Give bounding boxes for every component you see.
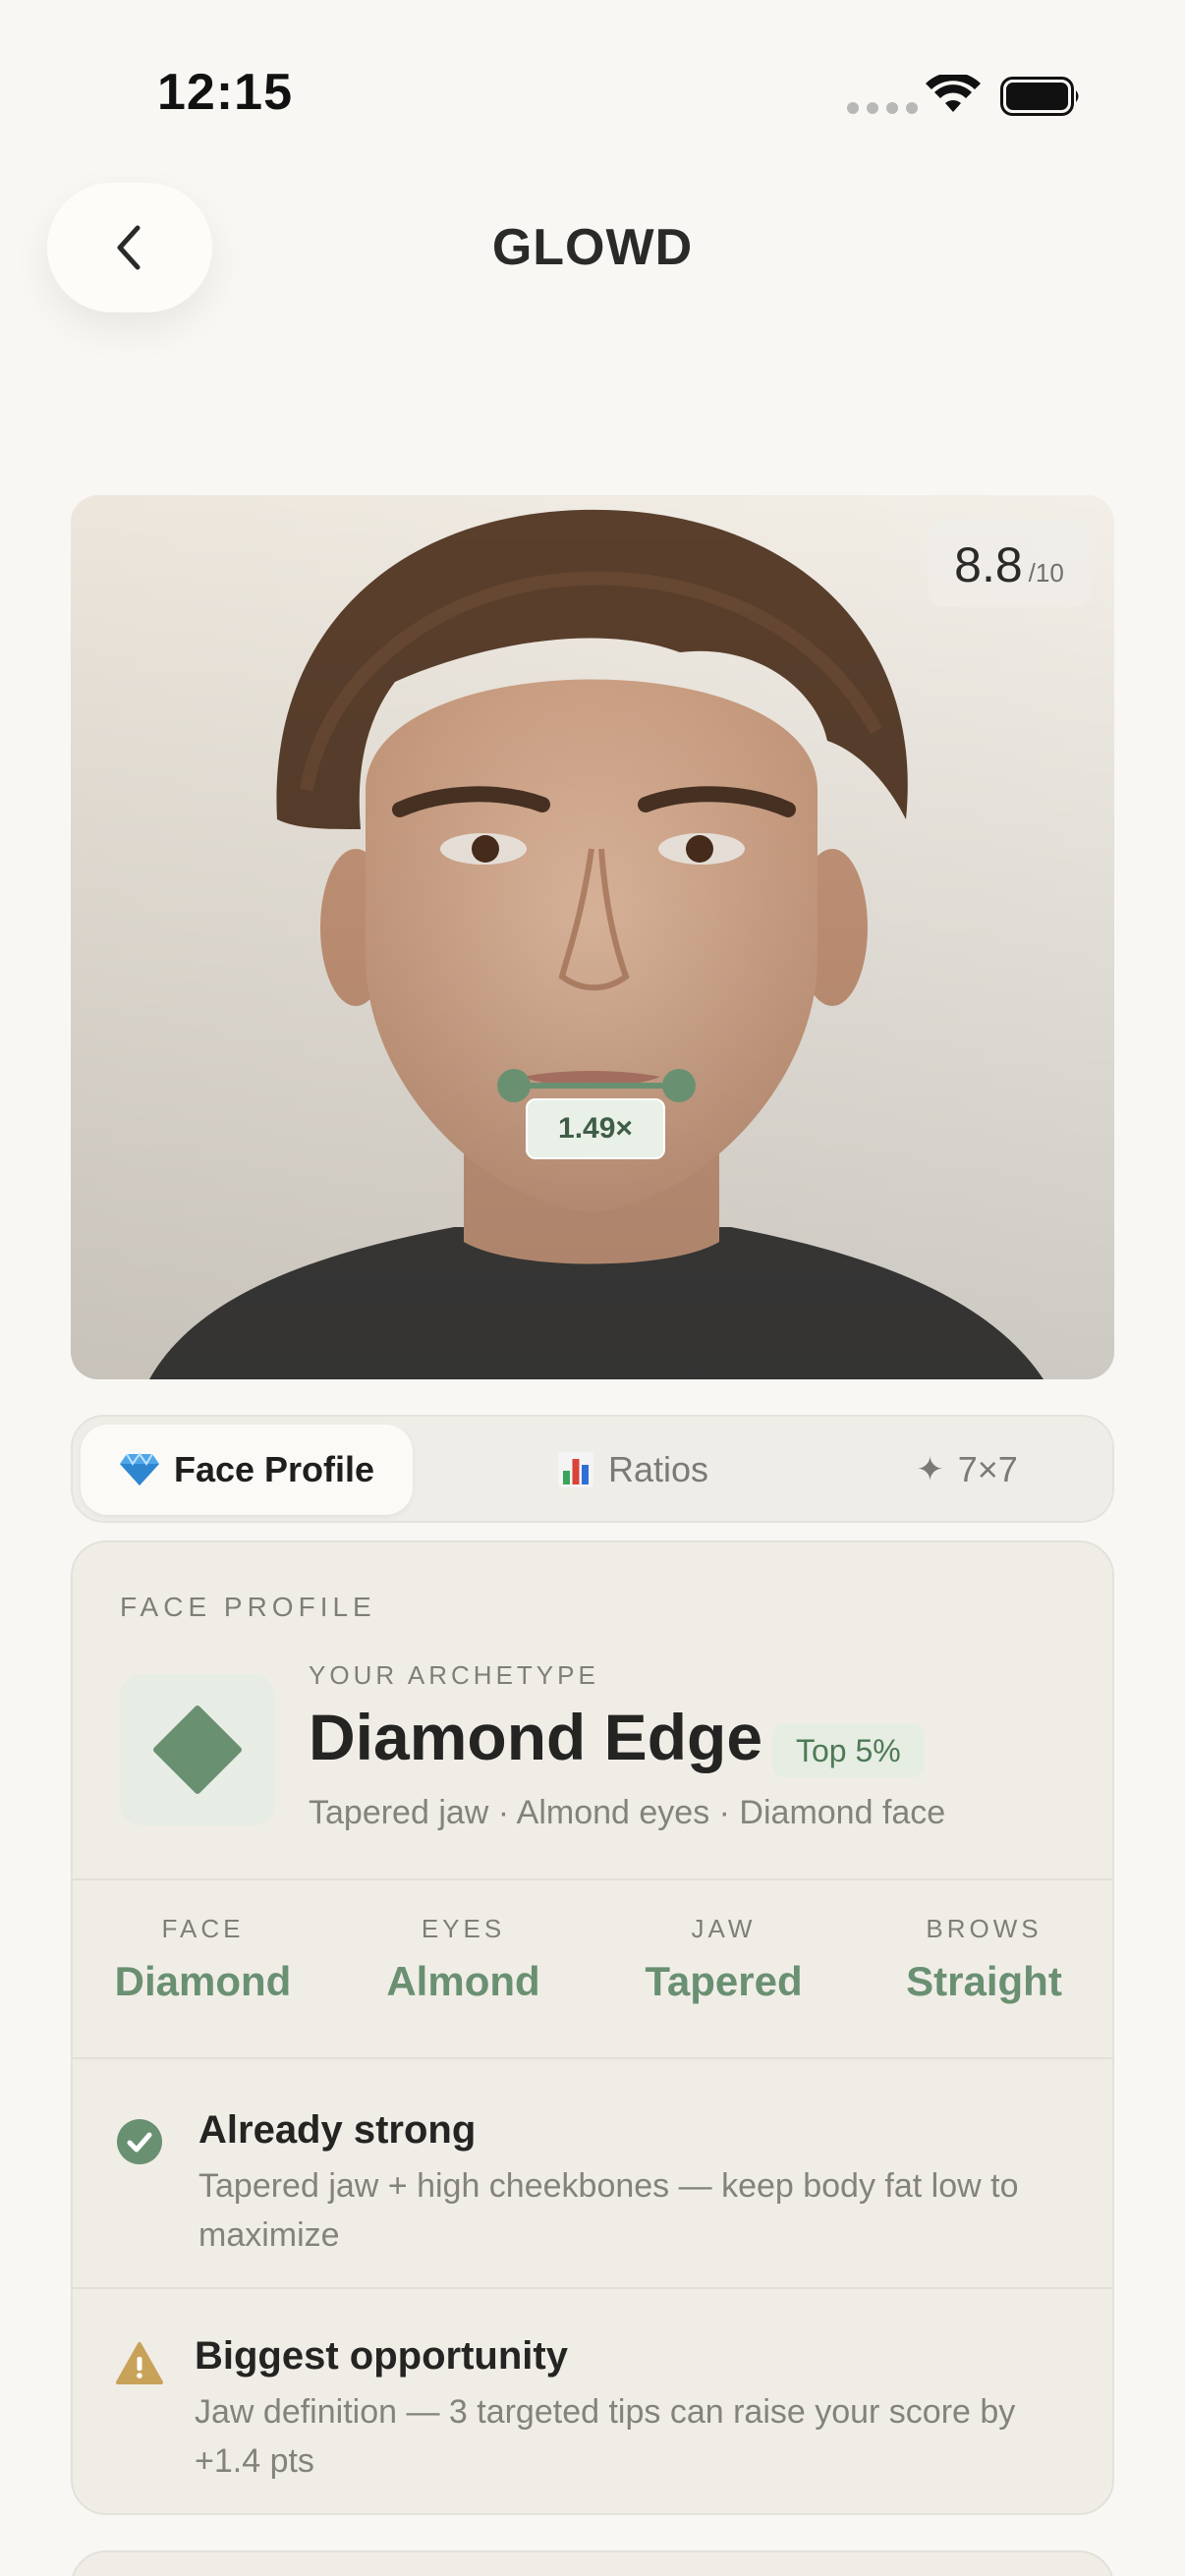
rank-badge: Top 5%	[772, 1723, 925, 1778]
metric-value: Straight	[906, 1958, 1062, 2004]
measure-handle-right[interactable]	[662, 1069, 696, 1102]
face-photo: 8.8 /10 1.49×	[71, 495, 1114, 1379]
score-scale: /10	[1028, 558, 1064, 588]
metric-face: FACE Diamond	[73, 1914, 333, 2005]
metric-label: FACE	[161, 1914, 245, 1943]
sparkle-icon: ✦	[916, 1451, 944, 1488]
metric-label: JAW	[691, 1914, 757, 1943]
section-label: FACE PROFILE	[120, 1592, 376, 1622]
archetype-name: Diamond Edge	[309, 1701, 763, 1773]
face-photo-illustration	[71, 495, 1114, 1379]
score-value: 8.8	[954, 537, 1023, 592]
archetype-badge	[120, 1674, 275, 1825]
measure-handle-left[interactable]	[497, 1069, 531, 1102]
face-profile-card: FACE PROFILE YOUR ARCHETYPE Diamond Edge…	[71, 1540, 1114, 2515]
metric-label: EYES	[421, 1914, 506, 1943]
metric-value: Almond	[386, 1958, 540, 2004]
metric-value: Tapered	[645, 1958, 803, 2004]
metric-eyes: EYES Almond	[333, 1914, 593, 2005]
cellular-signal-icon	[847, 102, 918, 114]
metric-value: Diamond	[114, 1958, 292, 2004]
insight-title: Biggest opportunity	[195, 2334, 568, 2378]
insight-body: Jaw definition — 3 targeted tips can rai…	[195, 2393, 1016, 2480]
bar-chart-icon	[557, 1452, 593, 1487]
tab-face-profile[interactable]: Face Profile	[81, 1425, 413, 1515]
mouth-width-measure-line	[513, 1083, 680, 1089]
score-badge: 8.8 /10	[928, 519, 1091, 607]
ratio-tag: 1.49×	[526, 1098, 665, 1159]
metric-brows: BROWS Straight	[854, 1914, 1112, 2005]
archetype-kicker: YOUR ARCHETYPE	[309, 1660, 599, 1690]
tab-label: Face Profile	[173, 1449, 375, 1489]
opportunity-insight: Biggest opportunity Jaw definition — 3 t…	[73, 2289, 1112, 2513]
archetype-traits: Tapered jaw · Almond eyes · Diamond face	[309, 1794, 946, 1831]
tab-label: 7×7	[957, 1449, 1018, 1489]
tab-bar: Face Profile Ratios ✦ 7×7	[71, 1415, 1114, 1523]
diamond-icon	[153, 1706, 242, 1794]
warning-icon	[116, 2342, 163, 2384]
strength-insight: Already strong Tapered jaw + high cheekb…	[73, 2059, 1112, 2285]
tab-ratios[interactable]: Ratios	[485, 1425, 780, 1515]
insight-title: Already strong	[198, 2108, 477, 2152]
insight-body: Tapered jaw + high cheekbones — keep bod…	[198, 2167, 1019, 2254]
battery-icon	[1000, 77, 1079, 116]
gem-icon	[119, 1452, 159, 1485]
tab-7x7[interactable]: ✦ 7×7	[819, 1425, 1114, 1515]
wifi-icon	[926, 75, 981, 112]
status-time: 12:15	[157, 64, 293, 121]
metric-label: BROWS	[926, 1914, 1043, 1943]
check-circle-icon	[117, 2119, 162, 2164]
tab-label: Ratios	[607, 1449, 709, 1489]
metric-jaw: JAW Tapered	[593, 1914, 854, 2005]
status-bar: 12:15	[0, 0, 1185, 196]
divider	[73, 1878, 1112, 1880]
app-title: GLOWD	[491, 219, 694, 276]
next-card-partial	[71, 2550, 1114, 2576]
